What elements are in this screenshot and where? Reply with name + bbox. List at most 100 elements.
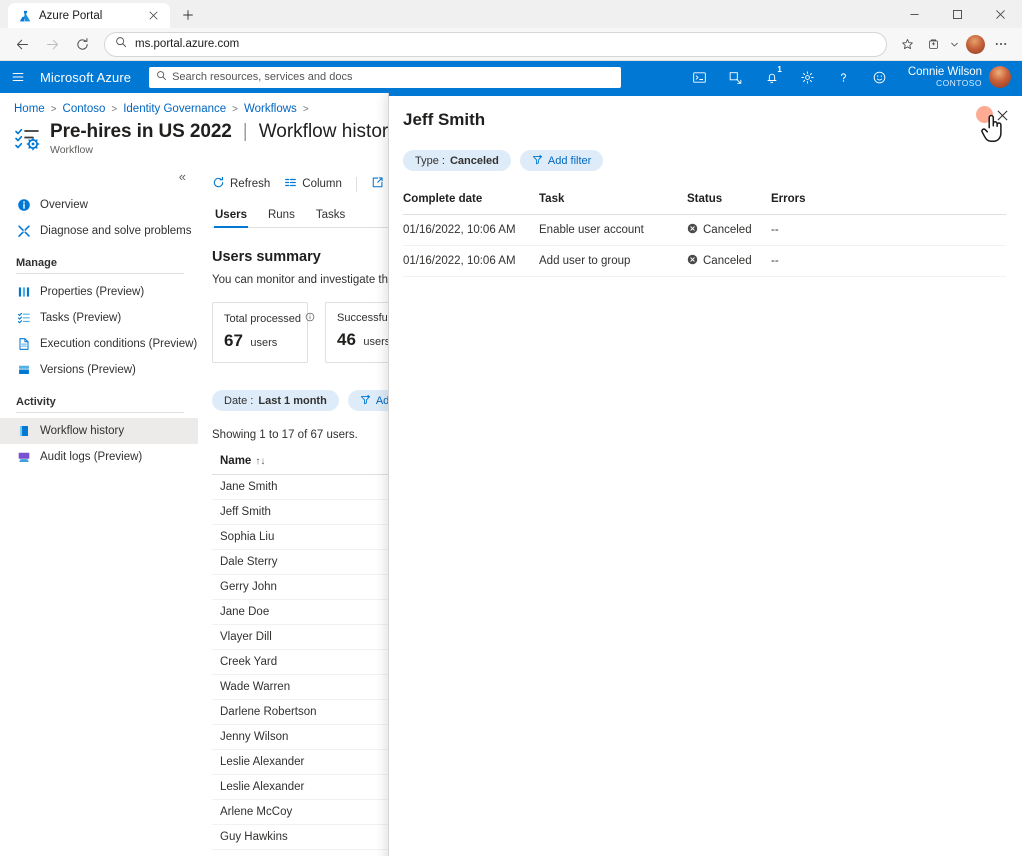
card-unit: users	[363, 336, 390, 348]
info-circle-icon	[16, 198, 31, 213]
close-icon[interactable]	[990, 103, 1014, 127]
cell-task: Enable user account	[539, 215, 687, 246]
sidebar-section-activity: Activity	[0, 383, 198, 412]
add-filter-button[interactable]: Add filter	[520, 150, 603, 171]
chevron-down-icon[interactable]	[946, 31, 962, 57]
hamburger-menu-icon[interactable]	[0, 61, 36, 93]
notification-badge: 1	[777, 65, 781, 74]
cloud-shell-icon[interactable]	[682, 61, 718, 93]
sidebar-item-diagnose[interactable]: Diagnose and solve problems	[0, 218, 198, 244]
settings-gear-icon[interactable]	[790, 61, 826, 93]
sidebar-item-label: Properties (Preview)	[40, 286, 144, 298]
collections-icon[interactable]	[920, 31, 946, 57]
table-row[interactable]: 01/16/2022, 10:06 AM Enable user account…	[403, 215, 1006, 246]
plus-icon[interactable]	[174, 2, 202, 28]
divider	[356, 177, 357, 192]
azure-brand[interactable]: Microsoft Azure	[36, 70, 149, 85]
back-arrow-icon[interactable]	[8, 31, 36, 57]
table-header-row: Complete date Task Status Errors	[403, 193, 1006, 215]
breadcrumb-item-identity-governance[interactable]: Identity Governance	[123, 103, 226, 115]
cell-status: Canceled	[687, 246, 771, 277]
versions-layers-icon	[16, 363, 31, 378]
tab-tasks[interactable]: Tasks	[315, 205, 346, 227]
table-row[interactable]: 01/16/2022, 10:06 AM Add user to group C…	[403, 246, 1006, 277]
breadcrumb-separator: >	[303, 104, 309, 115]
star-add-icon[interactable]	[894, 31, 920, 57]
filter-add-icon	[360, 394, 371, 408]
divider	[16, 412, 184, 413]
sidebar-item-workflow-history[interactable]: Workflow history	[0, 418, 198, 444]
filter-prefix: Date :	[224, 395, 253, 407]
column-label: Column	[302, 178, 342, 190]
cell-errors: --	[771, 246, 1006, 277]
sidebar-item-overview[interactable]: Overview	[0, 192, 198, 218]
user-org: CONTOSO	[908, 79, 982, 89]
window-controls	[893, 0, 1022, 28]
sidebar-item-audit-logs[interactable]: Audit logs (Preview)	[0, 444, 198, 470]
column-button[interactable]: Column	[284, 176, 342, 192]
breadcrumb-separator: >	[232, 104, 238, 115]
cell-complete-date: 01/16/2022, 10:06 AM	[403, 246, 539, 277]
sidebar-item-label: Audit logs (Preview)	[40, 451, 142, 463]
sort-arrows-icon[interactable]: ↑↓	[255, 456, 265, 467]
sidebar-item-properties[interactable]: Properties (Preview)	[0, 279, 198, 305]
minimize-icon[interactable]	[893, 0, 936, 28]
column-header-task[interactable]: Task	[539, 193, 687, 215]
add-filter-label: Add filter	[548, 155, 591, 167]
search-input[interactable]: Search resources, services and docs	[149, 67, 621, 88]
directories-subscriptions-icon[interactable]	[718, 61, 754, 93]
filter-pill-type[interactable]: Type : Canceled	[403, 150, 511, 171]
feedback-smiley-icon[interactable]	[862, 61, 898, 93]
user-detail-flyout: Jeff Smith Type : Canceled Add filter	[388, 93, 1022, 856]
avatar	[989, 66, 1011, 88]
close-icon[interactable]	[145, 8, 161, 24]
user-account-menu[interactable]: Connie Wilson CONTOSO	[898, 61, 1018, 93]
document-icon	[16, 337, 31, 352]
sidebar-item-label: Versions (Preview)	[40, 364, 136, 376]
card-value: 46	[337, 330, 356, 349]
breadcrumb-item-home[interactable]: Home	[14, 103, 45, 115]
address-bar[interactable]: ms.portal.azure.com	[104, 32, 887, 57]
maximize-icon[interactable]	[936, 0, 979, 28]
browser-tab[interactable]: Azure Portal	[8, 3, 170, 28]
breadcrumb-item-workflows[interactable]: Workflows	[244, 103, 297, 115]
cell-task: Add user to group	[539, 246, 687, 277]
history-book-icon	[16, 424, 31, 439]
user-name: Connie Wilson	[908, 66, 982, 79]
forward-arrow-icon	[38, 31, 66, 57]
column-header-status[interactable]: Status	[687, 193, 771, 215]
info-circle-icon[interactable]	[305, 312, 315, 325]
column-header-complete-date[interactable]: Complete date	[403, 193, 539, 215]
tab-runs[interactable]: Runs	[267, 205, 296, 227]
help-question-icon[interactable]	[826, 61, 862, 93]
notifications-bell-icon[interactable]: 1	[754, 61, 790, 93]
tab-users[interactable]: Users	[214, 205, 248, 227]
columns-icon	[284, 176, 297, 192]
card-unit: users	[250, 337, 277, 349]
search-icon	[115, 35, 127, 53]
refresh-label: Refresh	[230, 178, 270, 190]
profile-avatar-icon[interactable]	[962, 31, 988, 57]
sidebar-item-tasks[interactable]: Tasks (Preview)	[0, 305, 198, 331]
chevron-double-left-icon[interactable]: «	[179, 170, 186, 192]
browser-title-bar: Azure Portal	[0, 0, 1022, 28]
reload-icon[interactable]	[68, 31, 96, 57]
cell-errors: --	[771, 215, 1006, 246]
sidebar-item-execution-conditions[interactable]: Execution conditions (Preview)	[0, 331, 198, 357]
status-label: Canceled	[703, 255, 752, 267]
flyout-table-body: 01/16/2022, 10:06 AM Enable user account…	[403, 215, 1006, 277]
search-icon	[156, 68, 167, 86]
sidebar-item-versions[interactable]: Versions (Preview)	[0, 357, 198, 383]
page-subpage-title: Workflow history	[259, 121, 398, 143]
filter-value: Last 1 month	[258, 395, 326, 407]
sidebar-item-label: Workflow history	[40, 425, 124, 437]
ellipsis-icon[interactable]	[988, 31, 1014, 57]
column-header-errors[interactable]: Errors	[771, 193, 1006, 215]
collapse-nav-row: «	[0, 170, 198, 192]
breadcrumb-item-contoso[interactable]: Contoso	[63, 103, 106, 115]
filter-pill-date[interactable]: Date : Last 1 month	[212, 390, 339, 411]
url-text: ms.portal.azure.com	[135, 38, 876, 50]
close-icon[interactable]	[979, 0, 1022, 28]
filter-value: Canceled	[450, 155, 499, 167]
refresh-button[interactable]: Refresh	[212, 176, 270, 192]
